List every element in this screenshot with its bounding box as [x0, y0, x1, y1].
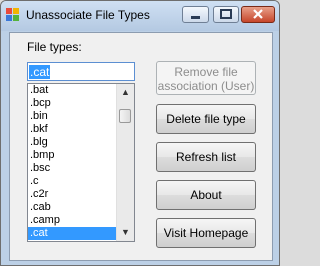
list-item[interactable]: .camp — [28, 214, 116, 227]
file-types-items: .bat .bcp .bin .bkf .blg .bmp .bsc .c .c2r .cab .c… — [28, 84, 116, 240]
remove-association-label-line2: association (User) — [157, 78, 255, 93]
close-icon — [253, 9, 263, 19]
file-types-list[interactable]: .bat .bcp .bin .bkf .blg .bmp .bsc .c .c2r .cab .c… — [27, 83, 135, 242]
maximize-icon — [220, 9, 232, 19]
about-button[interactable]: About — [156, 180, 256, 210]
close-button[interactable] — [241, 6, 275, 23]
scroll-thumb[interactable] — [119, 109, 131, 123]
list-item[interactable]: .bin — [28, 110, 116, 123]
file-type-input[interactable]: .cat — [27, 62, 135, 81]
window-title: Unassociate File Types — [26, 8, 150, 22]
remove-association-label-line1: Remove file — [174, 64, 238, 79]
scroll-down-arrow-icon[interactable]: ▼ — [117, 224, 134, 241]
list-item[interactable]: .bat — [28, 84, 116, 97]
file-type-input-text: .cat — [29, 65, 51, 79]
refresh-list-button[interactable]: Refresh list — [156, 142, 256, 172]
list-item[interactable]: .bkf — [28, 123, 116, 136]
list-item[interactable]: .bsc — [28, 162, 116, 175]
list-item[interactable]: .cab — [28, 201, 116, 214]
dialog-body: File types: .cat .bat .bcp .bin .bkf .blg .bm… — [9, 32, 273, 261]
app-window: Unassociate File Types File types: .cat … — [0, 0, 280, 266]
app-icon — [6, 8, 20, 22]
title-bar[interactable]: Unassociate File Types — [1, 1, 279, 31]
visit-homepage-button[interactable]: Visit Homepage — [156, 218, 256, 248]
delete-file-type-button[interactable]: Delete file type — [156, 104, 256, 134]
minimize-icon — [191, 16, 200, 19]
list-item[interactable]: .bcp — [28, 97, 116, 110]
list-item[interactable]: .blg — [28, 136, 116, 149]
minimize-button[interactable] — [182, 6, 209, 23]
list-scrollbar[interactable]: ▲ ▼ — [116, 84, 134, 241]
list-item[interactable]: .c2r — [28, 188, 116, 201]
scroll-up-arrow-icon[interactable]: ▲ — [117, 84, 134, 101]
list-item[interactable]: .bmp — [28, 149, 116, 162]
maximize-button[interactable] — [213, 6, 239, 23]
list-item[interactable]: .c — [28, 175, 116, 188]
remove-association-button[interactable]: Remove file association (User) — [156, 61, 256, 95]
file-types-label: File types: — [27, 40, 82, 54]
list-item[interactable]: .cat — [28, 227, 116, 240]
